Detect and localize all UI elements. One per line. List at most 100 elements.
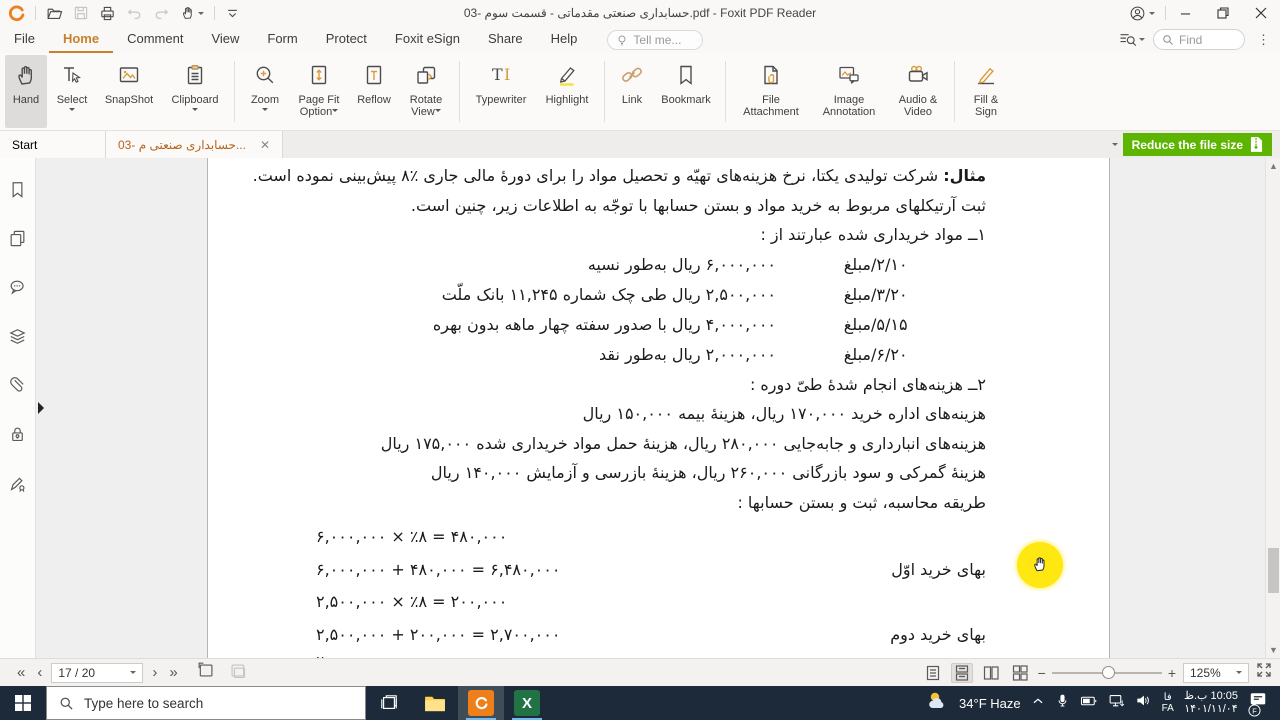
redo-icon[interactable] [153,5,170,22]
fill-sign-button[interactable]: Fill & Sign [962,55,1010,128]
divider [214,6,215,20]
zoom-level-select[interactable]: 125% [1183,662,1249,683]
scroll-up-icon[interactable]: ▲ [1266,158,1280,174]
clipped-next-line: ٪ [231,651,986,658]
clock[interactable]: 10:05 ب.ظ ۱۴۰۱/۱۱/۰۴ [1184,690,1238,716]
account-icon[interactable] [1119,5,1165,22]
advanced-search-icon[interactable] [1119,32,1145,47]
zoom-slider-knob[interactable] [1101,665,1115,679]
layers-panel-icon[interactable] [8,327,27,351]
open-file-icon[interactable] [46,5,63,22]
previous-page-button[interactable]: ‹ [34,663,45,683]
network-icon[interactable] [1108,693,1125,713]
menu-view[interactable]: View [197,26,253,53]
next-page-button[interactable]: › [149,663,160,683]
clipboard-button[interactable]: Clipboard [163,55,227,128]
print-icon[interactable] [99,5,116,22]
microphone-icon[interactable] [1055,693,1070,714]
dropdown-caret [69,108,75,114]
single-page-view-icon[interactable] [922,663,944,683]
link-button[interactable]: Link [612,55,652,128]
last-page-button[interactable]: » [166,663,180,683]
continuous-page-view-icon[interactable] [950,662,973,683]
menu-help[interactable]: Help [537,26,592,53]
task-view-button[interactable] [366,686,412,720]
menu-foxit-esign[interactable]: Foxit eSign [381,26,474,53]
fullscreen-icon[interactable] [1256,662,1272,683]
foxit-logo-icon[interactable] [8,4,25,22]
undo-icon[interactable] [126,5,143,22]
menu-protect[interactable]: Protect [312,26,381,53]
attachments-panel-icon[interactable] [8,376,27,400]
comments-panel-icon[interactable] [8,278,27,302]
first-page-button[interactable]: « [14,663,28,683]
excel-taskbar-button[interactable]: X [504,686,550,720]
rotate-view-button[interactable]: Rotate View [400,55,452,128]
minimize-button[interactable] [1166,0,1204,26]
tab-list-caret[interactable] [1112,143,1118,149]
more-options-icon[interactable]: ⋮ [1253,32,1274,48]
facing-page-view-icon[interactable] [980,663,1002,683]
tray-overflow-icon[interactable] [1031,694,1045,713]
snapshot-button[interactable]: SnapShot [97,55,161,128]
panel-expand-arrow[interactable] [38,402,50,414]
file-explorer-button[interactable] [412,686,458,720]
menu-comment[interactable]: Comment [113,26,197,53]
speaker-icon[interactable] [1135,693,1152,713]
previous-view-icon[interactable] [197,662,216,684]
doc-intro-line2: ثبت آرتیکلهای مربوط به خرید مواد و بستن … [410,195,986,215]
page-fit-option-button[interactable]: Page Fit Option [290,55,348,128]
action-center-icon[interactable]: F [1248,691,1268,717]
tab-document[interactable]: 03- حسابداری صنعتی م... ✕ [106,131,284,158]
zoom-out-icon[interactable]: − [1038,665,1046,681]
tab-close-icon[interactable]: ✕ [260,138,270,152]
weather-label[interactable]: 34°F Haze [959,696,1021,711]
zoom-slider[interactable]: − + [1038,665,1176,681]
weather-icon[interactable] [925,689,949,718]
compress-file-icon [1250,137,1263,152]
restore-button[interactable] [1204,0,1242,26]
reflow-button[interactable]: Reflow [350,55,398,128]
next-view-icon[interactable] [228,662,247,684]
svg-text:I: I [504,65,510,84]
scroll-down-icon[interactable]: ▼ [1266,642,1280,658]
close-button[interactable] [1242,0,1280,26]
signature-panel-icon[interactable] [8,474,27,498]
select-tool-button[interactable]: Select [49,55,95,128]
menu-home[interactable]: Home [48,26,114,53]
taskbar-search-input[interactable]: Type here to search [46,686,366,720]
find-input[interactable]: Find [1153,29,1245,50]
find-placeholder: Find [1179,32,1203,47]
menu-file[interactable]: File [0,26,49,53]
hand-tool-button[interactable]: Hand [5,55,47,128]
zoom-tool-button[interactable]: Zoom [242,55,288,128]
security-panel-icon[interactable] [8,425,27,449]
bookmark-button[interactable]: Bookmark [654,55,718,128]
tell-me-search[interactable]: Tell me... [607,29,704,50]
zoom-in-icon[interactable]: + [1168,665,1176,681]
language-indicator[interactable]: فا FA [1162,692,1174,714]
reduce-file-size-button[interactable]: Reduce the file size [1122,133,1272,156]
battery-icon[interactable] [1080,694,1098,713]
menu-form[interactable]: Form [253,26,311,53]
save-icon[interactable] [73,5,89,21]
hand-tool-quick-icon[interactable] [180,5,204,21]
file-attachment-button[interactable]: File Attachment [733,55,809,128]
image-annotation-button[interactable]: Image Annotation [811,55,887,128]
facing-continuous-view-icon[interactable] [1009,663,1031,683]
menu-share[interactable]: Share [474,26,537,53]
dropdown-caret [262,108,268,114]
bookmarks-panel-icon[interactable] [8,180,27,204]
highlight-button[interactable]: Highlight [537,55,597,128]
audio-video-button[interactable]: Audio & Video [889,55,947,128]
start-button[interactable] [0,686,46,720]
scrollbar-thumb[interactable] [1268,548,1279,593]
page-number-input[interactable]: 17 / 20 [51,662,144,683]
tab-start[interactable]: Start [0,131,106,158]
customize-toolbar-icon[interactable] [225,6,240,21]
typewriter-button[interactable]: TI Typewriter [467,55,535,128]
foxit-reader-taskbar-button[interactable] [458,686,504,720]
vertical-scrollbar[interactable]: ▲ ▼ [1265,158,1280,658]
pages-panel-icon[interactable] [8,229,27,253]
zoom-slider-track[interactable] [1051,665,1162,679]
